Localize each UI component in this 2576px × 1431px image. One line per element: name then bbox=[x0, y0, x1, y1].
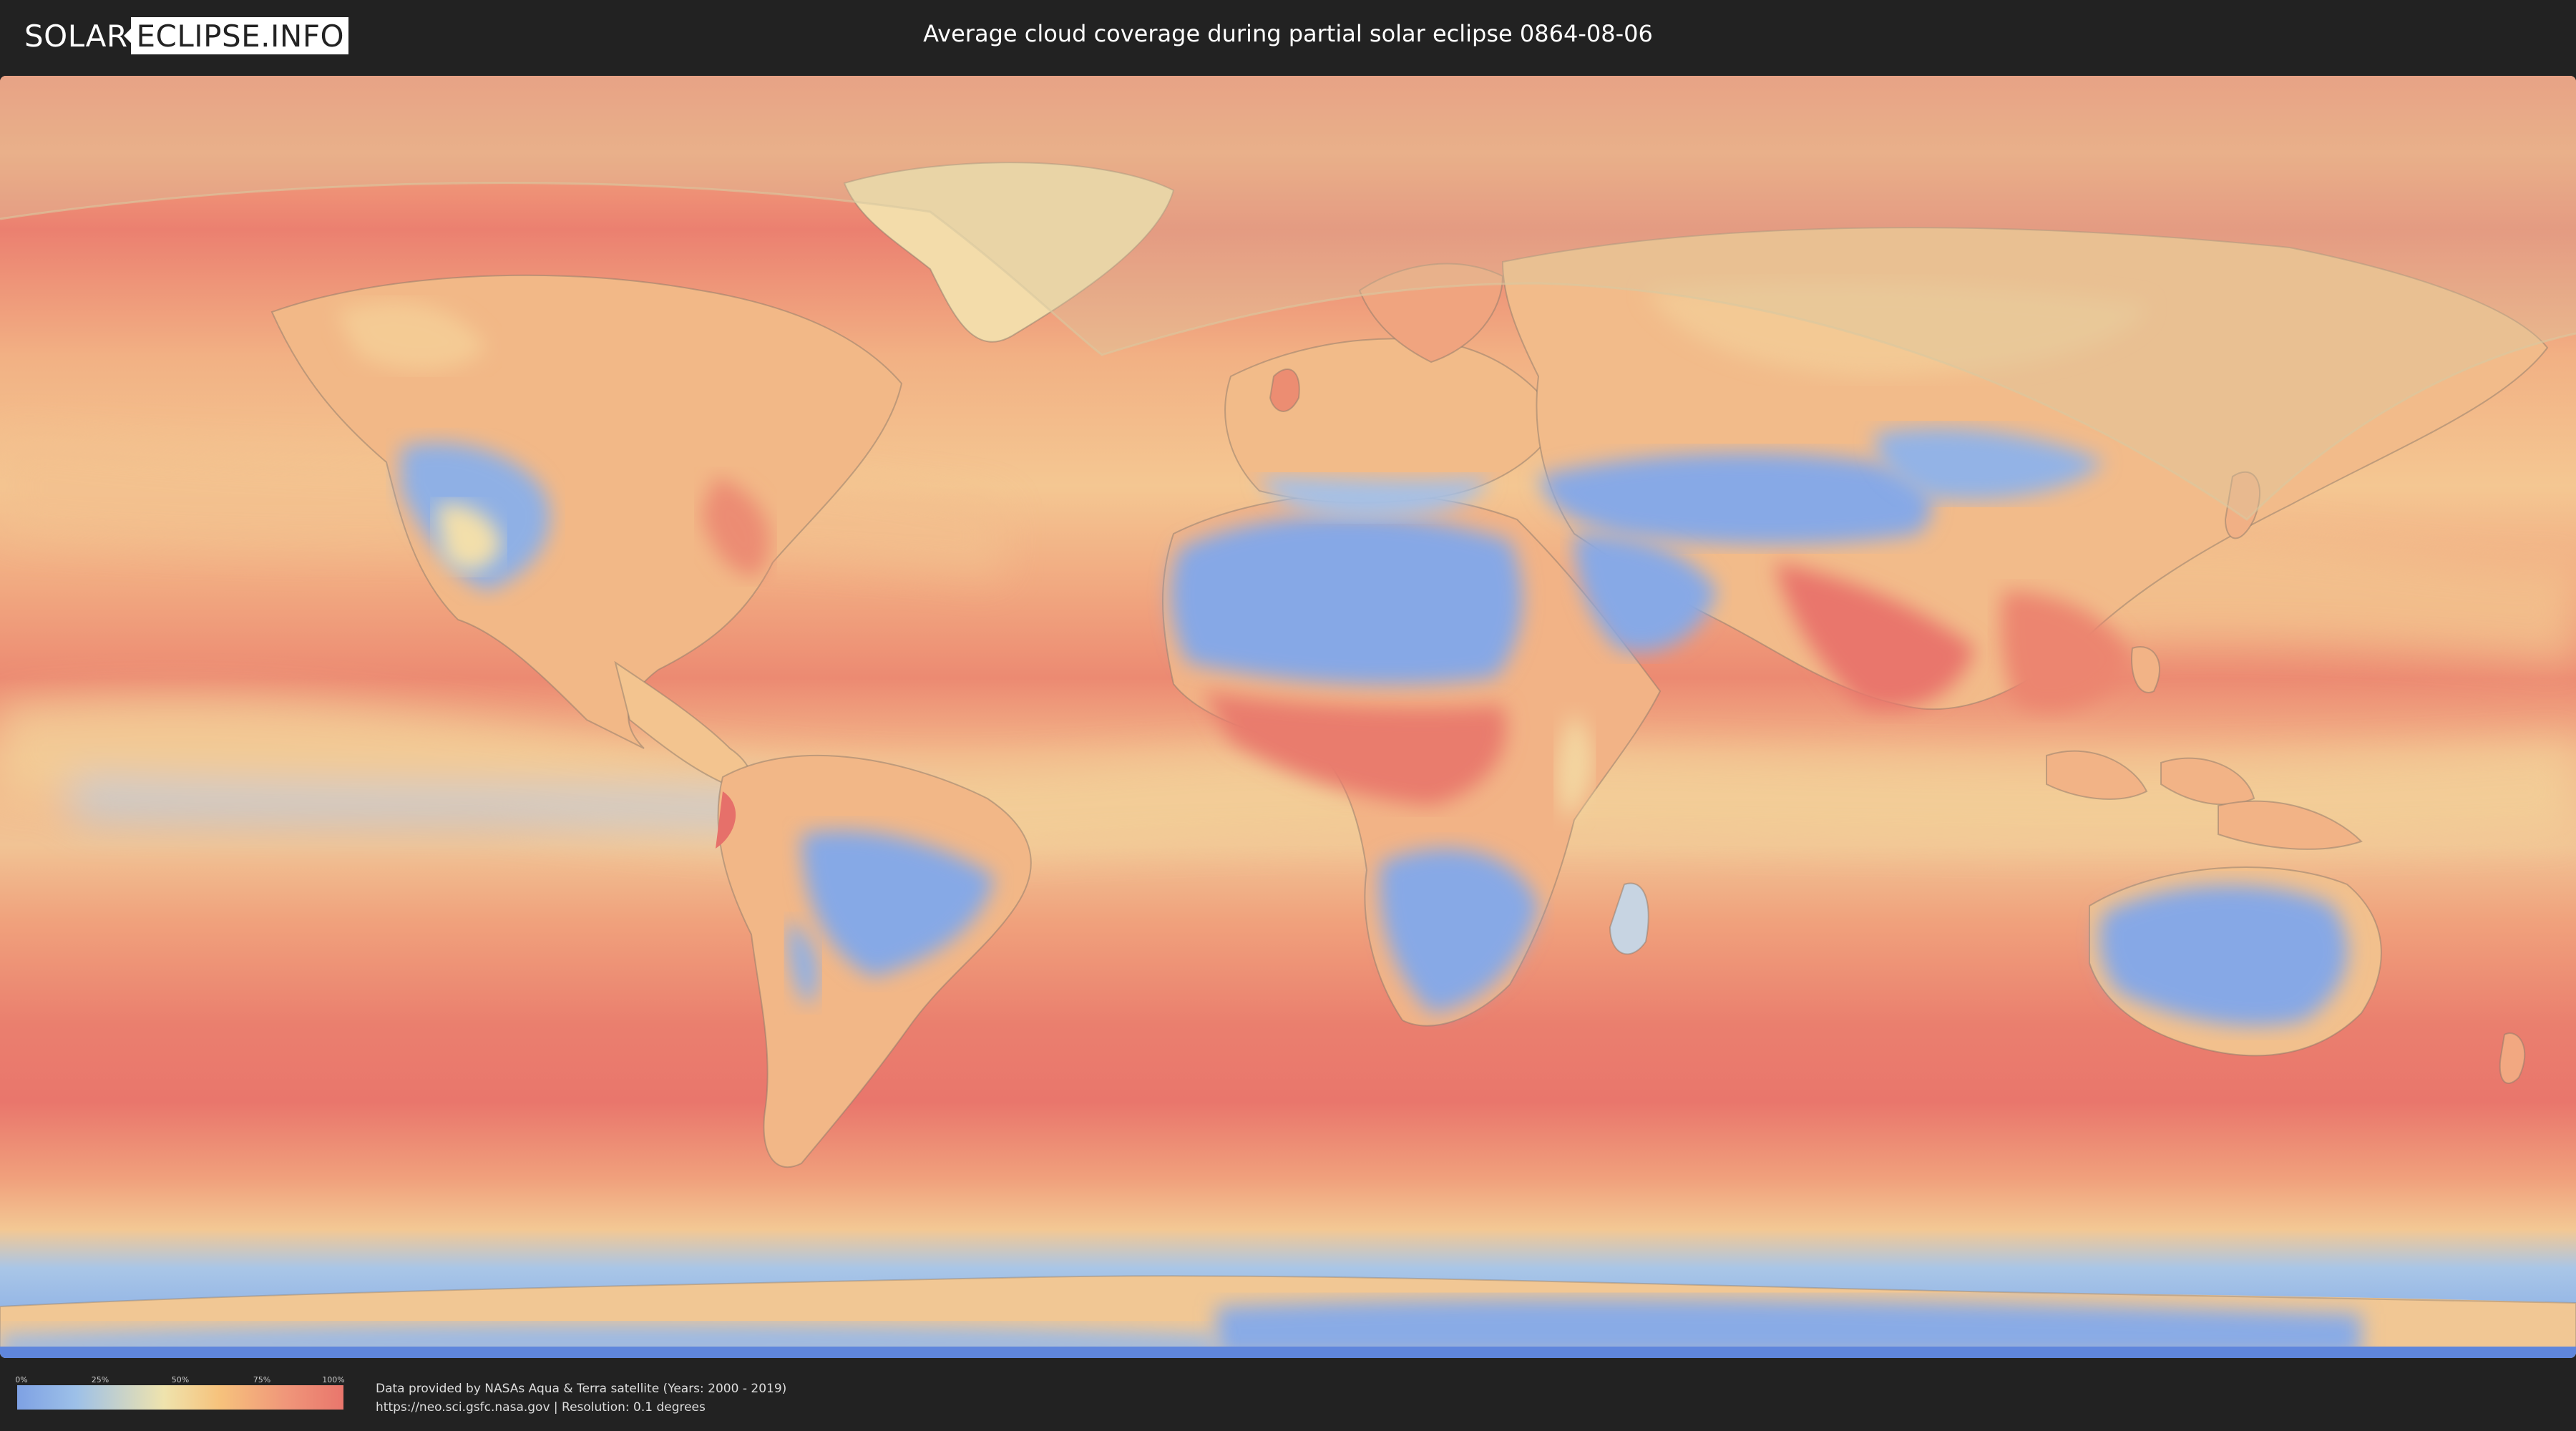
legend-tick-label: 25% bbox=[91, 1375, 109, 1384]
legend-color-scale bbox=[17, 1385, 343, 1410]
cloud-coverage-legend: 0% 25% 50% 75% 100% bbox=[15, 1375, 345, 1410]
legend-ticks: 0% 25% 50% 75% 100% bbox=[15, 1375, 345, 1385]
legend-tick-label: 75% bbox=[253, 1375, 271, 1384]
legend-tick-label: 0% bbox=[15, 1375, 28, 1384]
legend-tick-label: 50% bbox=[171, 1375, 190, 1384]
credits-line-source: Data provided by NASAs Aqua & Terra sate… bbox=[376, 1382, 787, 1396]
page: SOLAR ECLIPSE.INFO Average cloud coverag… bbox=[0, 0, 2576, 1431]
data-credits: Data provided by NASAs Aqua & Terra sate… bbox=[376, 1379, 786, 1417]
legend-tick-label: 100% bbox=[322, 1375, 345, 1384]
page-title: Average cloud coverage during partial so… bbox=[923, 20, 1653, 47]
credits-line-url: https://neo.sci.gsfc.nasa.gov | Resoluti… bbox=[376, 1400, 706, 1415]
british-isles bbox=[1269, 368, 1300, 412]
footer: 0% 25% 50% 75% 100% Data provided by NAS… bbox=[0, 1359, 2576, 1431]
map-svg bbox=[0, 76, 2576, 1358]
header: SOLAR ECLIPSE.INFO Average cloud coverag… bbox=[0, 0, 2576, 72]
cloud-coverage-map[interactable] bbox=[0, 76, 2576, 1358]
